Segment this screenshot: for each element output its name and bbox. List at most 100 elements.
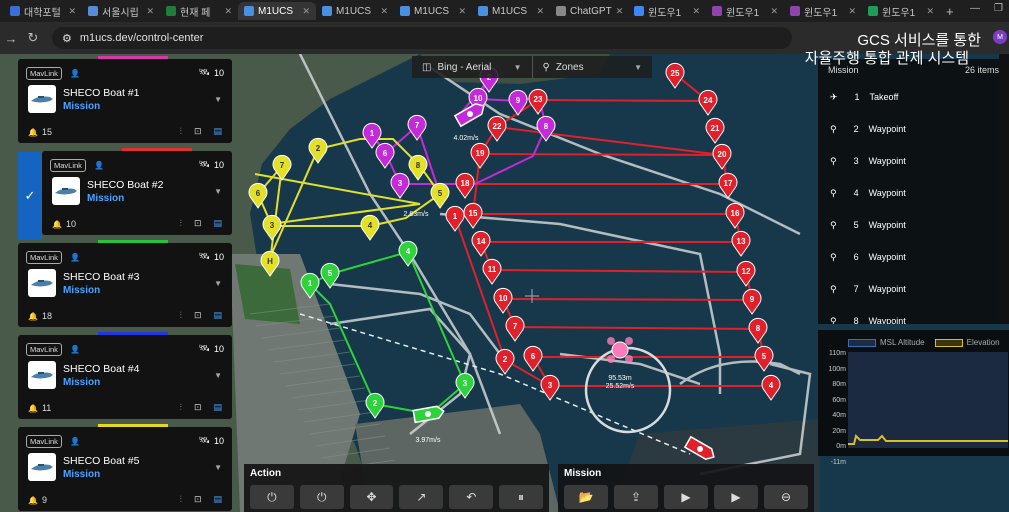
waypoint-marker-yellow[interactable]: 5 bbox=[430, 182, 450, 209]
chevron-down-icon[interactable]: ▼ bbox=[214, 279, 222, 288]
waypoint-marker-green[interactable]: 2 bbox=[365, 392, 385, 419]
waypoint-marker-magenta[interactable]: 3 bbox=[390, 172, 410, 199]
waypoint-marker-yellow[interactable]: 2 bbox=[308, 137, 328, 164]
waypoint-marker-red[interactable]: 13 bbox=[731, 230, 751, 257]
waypoint-marker-red[interactable]: 23 bbox=[528, 88, 548, 115]
action-bar-button-5[interactable]: ⏸ bbox=[499, 485, 543, 509]
maximize-icon[interactable]: ❐ bbox=[994, 3, 1003, 14]
close-icon[interactable]: ✕ bbox=[224, 6, 232, 17]
browser-tab-4[interactable]: M1UCS ✕ bbox=[316, 2, 394, 20]
vehicle-card[interactable]: MavLink 👤 🛰 10 SHECO Boat #4 Mission ▼ 🔔 11 ⫶ ⊡ ▤ bbox=[18, 332, 232, 419]
waypoint-marker-red[interactable]: 5 bbox=[754, 345, 774, 372]
waypoint-marker-yellow[interactable]: 4 bbox=[360, 214, 380, 241]
vehicle-card[interactable]: MavLink 👤 🛰 10 SHECO Boat #3 Mission ▼ 🔔 18 ⫶ ⊡ ▤ bbox=[18, 240, 232, 327]
waypoint-marker-red[interactable]: 7 bbox=[505, 315, 525, 342]
browser-tab-6[interactable]: M1UCS ✕ bbox=[472, 2, 550, 20]
browser-tab-11[interactable]: 윈도우1 ✕ bbox=[862, 2, 940, 20]
waypoint-marker-red[interactable]: 24 bbox=[698, 89, 718, 116]
waypoint-marker-red[interactable]: 1 bbox=[445, 205, 465, 232]
waypoint-marker-red[interactable]: 16 bbox=[725, 202, 745, 229]
focus-icon[interactable]: ⊡ bbox=[194, 218, 202, 229]
mission-item[interactable]: ⚲ 2 Waypoint bbox=[818, 113, 1009, 145]
close-icon[interactable]: ✕ bbox=[68, 6, 76, 17]
sliders-icon[interactable]: ⫶ bbox=[180, 402, 182, 413]
mission-bar-button-0[interactable]: 📂 bbox=[564, 485, 608, 509]
browser-tab-8[interactable]: 윈도우1 ✕ bbox=[628, 2, 706, 20]
new-tab-button[interactable]: + bbox=[946, 4, 954, 19]
close-icon[interactable]: ✕ bbox=[536, 6, 544, 17]
waypoint-marker-red[interactable]: 25 bbox=[665, 62, 685, 89]
waypoint-marker-red[interactable]: 19 bbox=[470, 142, 490, 169]
chat-icon[interactable]: ▤ bbox=[213, 126, 222, 137]
browser-tab-2[interactable]: 현재 페 ✕ bbox=[160, 2, 238, 20]
waypoint-marker-red[interactable]: 3 bbox=[540, 374, 560, 401]
mission-item[interactable]: ⚲ 6 Waypoint bbox=[818, 241, 1009, 273]
selected-vehicle-indicator[interactable]: ✓ bbox=[18, 152, 42, 240]
browser-tab-5[interactable]: M1UCS ✕ bbox=[394, 2, 472, 20]
waypoint-marker-red[interactable]: 15 bbox=[463, 202, 483, 229]
waypoint-marker-red[interactable]: 18 bbox=[455, 172, 475, 199]
vehicle-card[interactable]: MavLink 👤 🛰 10 SHECO Boat #5 Mission ▼ 🔔 9 ⫶ ⊡ ▤ bbox=[18, 424, 232, 511]
mission-bar-button-1[interactable]: ⇪ bbox=[614, 485, 658, 509]
browser-tab-1[interactable]: 서울시립 ✕ bbox=[82, 2, 160, 20]
close-icon[interactable]: ✕ bbox=[926, 6, 934, 17]
reload-icon[interactable]: ↻ bbox=[22, 30, 44, 46]
chat-icon[interactable]: ▤ bbox=[213, 494, 222, 505]
mission-bar-button-2[interactable]: ▶ bbox=[664, 485, 708, 509]
waypoint-marker-red[interactable]: 4 bbox=[761, 374, 781, 401]
close-icon[interactable]: ✕ bbox=[380, 6, 388, 17]
close-icon[interactable]: ✕ bbox=[302, 6, 310, 17]
minimize-icon[interactable]: — bbox=[970, 3, 980, 14]
browser-tab-7[interactable]: ChatGPT ✕ bbox=[550, 2, 628, 20]
waypoint-marker-red[interactable]: 12 bbox=[736, 260, 756, 287]
action-bar-button-4[interactable]: ↶ bbox=[449, 485, 494, 509]
action-bar-button-0[interactable]: ⏻ bbox=[250, 485, 294, 509]
base-layer-select[interactable]: ◫ Bing - Aerial ▼ bbox=[412, 56, 532, 78]
waypoint-marker-red[interactable]: 8 bbox=[748, 317, 768, 344]
browser-tab-3[interactable]: M1UCS ✕ bbox=[238, 2, 316, 20]
mission-bar-button-3[interactable]: ▶ bbox=[714, 485, 758, 509]
close-icon[interactable]: ✕ bbox=[692, 6, 700, 17]
panel-scrollbar[interactable] bbox=[999, 54, 1009, 324]
mission-item[interactable]: ⚲ 5 Waypoint bbox=[818, 209, 1009, 241]
waypoint-marker-magenta[interactable]: 8 bbox=[536, 115, 556, 142]
focus-icon[interactable]: ⊡ bbox=[194, 494, 202, 505]
drone-marker[interactable] bbox=[607, 337, 633, 363]
waypoint-marker-yellow[interactable]: 7 bbox=[272, 154, 292, 181]
waypoint-marker-red[interactable]: 14 bbox=[471, 230, 491, 257]
vehicle-card[interactable]: MavLink 👤 🛰 10 SHECO Boat #2 Mission ▼ 🔔 10 ⫶ ⊡ ▤ bbox=[42, 148, 232, 235]
focus-icon[interactable]: ⊡ bbox=[194, 310, 202, 321]
sliders-icon[interactable]: ⫶ bbox=[180, 494, 182, 505]
action-bar-button-1[interactable]: ⏻ bbox=[299, 485, 344, 509]
chevron-down-icon[interactable]: ▼ bbox=[214, 463, 222, 472]
site-info-icon[interactable]: ⚙ bbox=[62, 32, 72, 45]
action-bar-button-2[interactable]: ✥ bbox=[349, 485, 394, 509]
waypoint-marker-red[interactable]: 21 bbox=[705, 117, 725, 144]
chevron-down-icon[interactable]: ▼ bbox=[214, 371, 222, 380]
focus-icon[interactable]: ⊡ bbox=[194, 126, 202, 137]
focus-icon[interactable]: ⊡ bbox=[194, 402, 202, 413]
waypoint-marker-red[interactable]: 2 bbox=[495, 348, 515, 375]
chat-icon[interactable]: ▤ bbox=[213, 310, 222, 321]
waypoint-marker-yellow[interactable]: 8 bbox=[408, 154, 428, 181]
close-icon[interactable]: ✕ bbox=[616, 6, 624, 17]
browser-tab-10[interactable]: 윈도우1 ✕ bbox=[784, 2, 862, 20]
chat-icon[interactable]: ▤ bbox=[213, 218, 222, 229]
sliders-icon[interactable]: ⫶ bbox=[180, 126, 182, 137]
close-icon[interactable]: ✕ bbox=[458, 6, 466, 17]
chat-icon[interactable]: ▤ bbox=[213, 402, 222, 413]
mission-item[interactable]: ⚲ 4 Waypoint bbox=[818, 177, 1009, 209]
mission-item[interactable]: ✈ 1 Takeoff bbox=[818, 81, 1009, 113]
waypoint-marker-magenta[interactable]: 7 bbox=[407, 114, 427, 141]
mission-bar-button-4[interactable]: ⊖ bbox=[764, 485, 808, 509]
close-icon[interactable]: ✕ bbox=[848, 6, 856, 17]
vehicle-card[interactable]: MavLink 👤 🛰 10 SHECO Boat #1 Mission ▼ 🔔 15 ⫶ ⊡ ▤ bbox=[18, 56, 232, 143]
close-icon[interactable]: ✕ bbox=[146, 6, 154, 17]
forward-icon[interactable]: → bbox=[0, 31, 22, 46]
waypoint-marker-red[interactable]: 20 bbox=[712, 143, 732, 170]
mission-item[interactable]: ⚲ 8 Waypoint bbox=[818, 305, 1009, 325]
mission-item[interactable]: ⚲ 7 Waypoint bbox=[818, 273, 1009, 305]
waypoint-marker-magenta[interactable]: 9 bbox=[508, 89, 528, 116]
chevron-down-icon[interactable]: ▼ bbox=[214, 187, 222, 196]
action-bar-button-3[interactable]: ↗ bbox=[399, 485, 444, 509]
